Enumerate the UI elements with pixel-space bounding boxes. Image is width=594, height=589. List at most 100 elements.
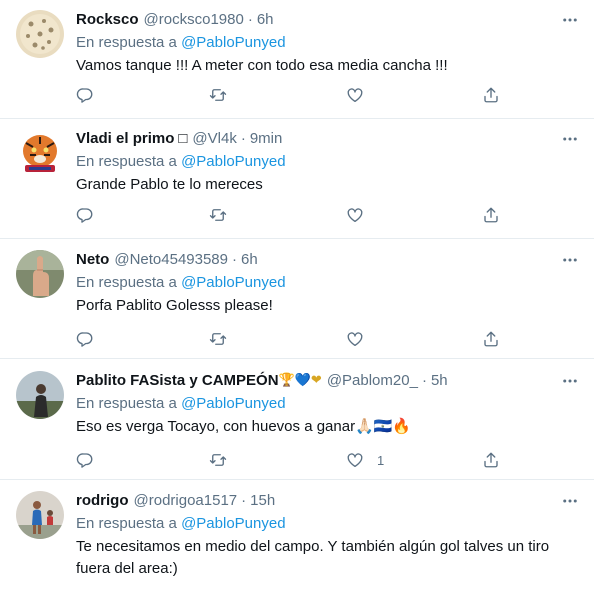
reply-tweet[interactable]: Rocksco @rocksco1980 · 6h En respuesta a… (0, 0, 594, 119)
tweet-content: Rocksco @rocksco1980 · 6h En respuesta a… (76, 10, 580, 77)
name-suffix: □ (178, 130, 188, 147)
tweet-actions (76, 328, 516, 350)
share-icon (484, 87, 498, 103)
retweet-icon (209, 209, 227, 221)
replying-to-handle[interactable]: @PabloPunyed (181, 274, 285, 291)
replying-to-handle[interactable]: @PabloPunyed (181, 153, 285, 170)
replying-to: En respuesta a @PabloPunyed (76, 273, 580, 293)
like-icon (347, 208, 363, 223)
timestamp[interactable]: 6h (241, 250, 258, 270)
replying-to-label: En respuesta a (76, 395, 177, 412)
share-button[interactable] (482, 328, 500, 350)
display-name[interactable]: Pablito FASista y CAMPEÓN (76, 371, 279, 391)
separator-dot: · (232, 251, 237, 268)
replying-to: En respuesta a @PabloPunyed (76, 33, 580, 53)
tweet-actions: 1 (76, 449, 516, 471)
share-button[interactable] (482, 84, 500, 106)
avatar[interactable] (16, 371, 64, 419)
retweet-button[interactable] (209, 328, 227, 350)
like-button[interactable] (346, 328, 377, 350)
reply-icon (76, 88, 93, 103)
avatar[interactable] (16, 491, 64, 539)
avatar-image (16, 250, 64, 298)
tweet-header: Vladi el primo □ @Vl4k · 9min (76, 129, 580, 149)
replying-to-label: En respuesta a (76, 274, 177, 291)
avatar-image (16, 129, 64, 177)
like-button[interactable] (346, 204, 377, 226)
tweet-actions (76, 204, 516, 226)
timestamp[interactable]: 9min (250, 129, 283, 149)
more-button[interactable] (560, 250, 580, 270)
display-name[interactable]: rodrigo (76, 491, 129, 511)
tweet-actions (76, 84, 516, 106)
like-icon (347, 88, 363, 103)
replying-to-handle[interactable]: @PabloPunyed (181, 515, 285, 532)
replying-to: En respuesta a @PabloPunyed (76, 394, 580, 414)
avatar-image (16, 371, 64, 419)
tweet-text: Grande Pablo te lo mereces (76, 176, 263, 193)
like-button[interactable] (346, 84, 377, 106)
retweet-button[interactable] (209, 84, 227, 106)
name-suffix: 🏆💙❤ (278, 373, 322, 388)
more-button[interactable] (560, 129, 580, 149)
separator-dot: · (421, 372, 427, 389)
timestamp[interactable]: 15h (250, 491, 275, 511)
reply-button[interactable] (76, 84, 94, 106)
tweet-text: Eso es verga Tocayo, con huevos a ganar🙏… (76, 418, 412, 435)
user-handle[interactable]: @Vl4k (192, 129, 236, 149)
replying-to-handle[interactable]: @PabloPunyed (181, 395, 285, 412)
display-name[interactable]: Rocksco (76, 10, 139, 30)
tweet-text: Vamos tanque !!! A meter con todo esa me… (76, 57, 448, 74)
share-button[interactable] (482, 449, 500, 471)
reply-tweet[interactable]: Neto @Neto45493589 · 6h En respuesta a @… (0, 239, 594, 359)
reply-button[interactable] (76, 204, 94, 226)
reply-button[interactable] (76, 328, 94, 350)
more-button[interactable] (560, 371, 580, 391)
more-button[interactable] (560, 491, 580, 511)
replying-to: En respuesta a @PabloPunyed (76, 152, 580, 172)
reply-icon (76, 453, 93, 468)
timestamp[interactable]: 5h (431, 371, 448, 391)
more-button[interactable] (560, 10, 580, 30)
display-name[interactable]: Vladi el primo (76, 129, 174, 149)
tweet-text: Porfa Pablito Golesss please! (76, 297, 273, 314)
retweet-button[interactable] (209, 449, 227, 471)
tweet-header: Neto @Neto45493589 · 6h (76, 250, 580, 270)
reply-tweet[interactable]: rodrigo @rodrigoa1517 · 15h En respuesta… (0, 480, 594, 589)
timestamp[interactable]: 6h (257, 10, 274, 30)
reply-icon (76, 208, 93, 223)
tweet-header: Pablito FASista y CAMPEÓN 🏆💙❤ @Pablom20_… (76, 371, 580, 391)
tweet-header: rodrigo @rodrigoa1517 · 15h (76, 491, 580, 511)
tweet-content: Pablito FASista y CAMPEÓN 🏆💙❤ @Pablom20_… (76, 371, 580, 438)
tweet-content: rodrigo @rodrigoa1517 · 15h En respuesta… (76, 491, 580, 580)
user-handle[interactable]: @rodrigoa1517 (134, 491, 238, 511)
share-button[interactable] (482, 204, 500, 226)
avatar[interactable] (16, 129, 64, 177)
tweet-text: Te necesitamos en medio del campo. Y tam… (76, 538, 550, 577)
more-icon (563, 499, 577, 503)
reply-button[interactable] (76, 449, 94, 471)
avatar[interactable] (16, 250, 64, 298)
like-icon (347, 332, 363, 347)
user-handle[interactable]: @rocksco1980 (144, 10, 244, 30)
reply-tweet[interactable]: Vladi el primo □ @Vl4k · 9min En respues… (0, 119, 594, 239)
like-count: 1 (377, 452, 385, 468)
user-handle[interactable]: @Pablom20_ (327, 371, 418, 391)
replying-to-label: En respuesta a (76, 515, 177, 532)
more-icon (563, 18, 577, 22)
avatar-image (16, 10, 64, 58)
retweet-button[interactable] (209, 204, 227, 226)
reply-tweet[interactable]: Pablito FASista y CAMPEÓN 🏆💙❤ @Pablom20_… (0, 359, 594, 480)
tweet-header: Rocksco @rocksco1980 · 6h (76, 10, 580, 30)
retweet-icon (209, 454, 227, 466)
retweet-icon (209, 333, 227, 345)
more-icon (563, 137, 577, 141)
replying-to-handle[interactable]: @PabloPunyed (181, 34, 285, 51)
share-icon (484, 452, 498, 468)
reply-icon (76, 332, 93, 347)
avatar[interactable] (16, 10, 64, 58)
display-name[interactable]: Neto (76, 250, 109, 270)
like-button[interactable]: 1 (346, 449, 384, 471)
replying-to: En respuesta a @PabloPunyed (76, 514, 580, 534)
user-handle[interactable]: @Neto45493589 (114, 250, 228, 270)
